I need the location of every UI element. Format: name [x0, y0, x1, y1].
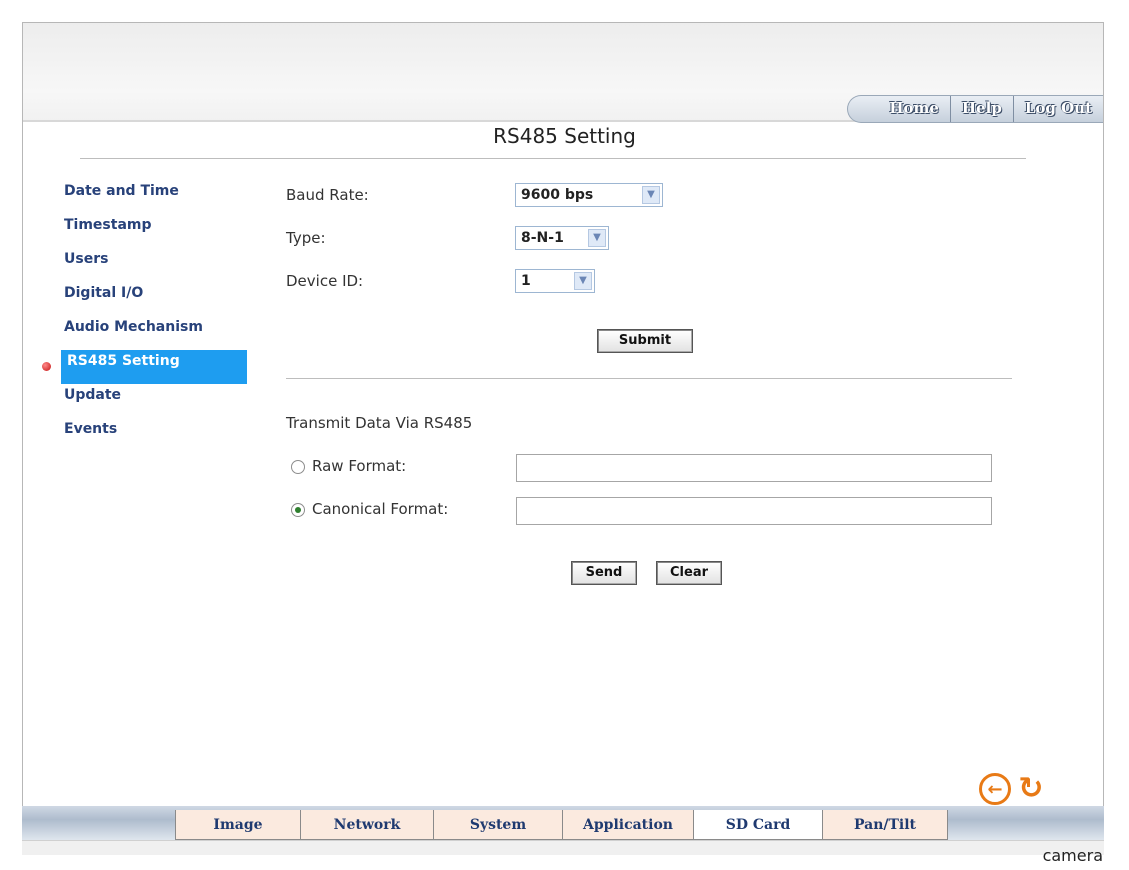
baud-rate-select[interactable]: 9600 bps ▼ — [515, 183, 663, 207]
clear-button[interactable]: Clear — [656, 561, 722, 585]
footer-bar — [22, 840, 1104, 855]
chevron-down-icon[interactable]: ▼ — [588, 229, 606, 247]
sidebar-item-audio-mechanism[interactable]: Audio Mechanism — [64, 316, 247, 350]
sidebar-item-timestamp[interactable]: Timestamp — [64, 214, 247, 248]
brand-label: camera — [1042, 846, 1103, 865]
type-label: Type: — [286, 229, 326, 247]
tab-system[interactable]: System — [433, 810, 563, 840]
sidebar-item-digital-io[interactable]: Digital I/O — [64, 282, 247, 316]
sidebar-item-users[interactable]: Users — [64, 248, 247, 282]
canonical-format-label: Canonical Format: — [312, 500, 449, 518]
sidebar-item-date-and-time[interactable]: Date and Time — [64, 180, 247, 214]
device-id-value: 1 — [521, 273, 531, 289]
navigation-icons: ← ↻ — [979, 773, 1047, 805]
home-link[interactable]: Home — [878, 96, 950, 122]
help-link[interactable]: Help — [949, 96, 1013, 122]
tab-image[interactable]: Image — [175, 810, 301, 840]
section-divider — [286, 378, 1012, 379]
device-id-label: Device ID: — [286, 272, 364, 290]
back-arrow-icon[interactable]: ← — [979, 773, 1011, 805]
tab-network[interactable]: Network — [300, 810, 434, 840]
title-divider — [80, 158, 1026, 159]
send-button[interactable]: Send — [571, 561, 637, 585]
top-nav: Home Help Log Out — [847, 95, 1103, 123]
refresh-icon[interactable]: ↻ — [1015, 773, 1047, 805]
sidebar-item-events[interactable]: Events — [64, 418, 247, 452]
raw-format-radio[interactable] — [291, 460, 305, 474]
raw-format-input[interactable] — [516, 454, 992, 482]
chevron-down-icon[interactable]: ▼ — [642, 186, 660, 204]
bottom-tabs: Image Network System Application SD Card… — [175, 810, 948, 840]
sidebar-item-rs485-setting[interactable]: RS485 Setting — [61, 350, 247, 384]
chevron-down-icon[interactable]: ▼ — [574, 272, 592, 290]
sidebar: Date and Time Timestamp Users Digital I/… — [61, 180, 247, 452]
page-title: RS485 Setting — [493, 124, 636, 148]
canonical-format-radio[interactable] — [291, 503, 305, 517]
canonical-format-input[interactable] — [516, 497, 992, 525]
tab-application[interactable]: Application — [562, 810, 694, 840]
baud-rate-label: Baud Rate: — [286, 186, 369, 204]
tab-pan-tilt[interactable]: Pan/Tilt — [822, 810, 948, 840]
type-value: 8-N-1 — [521, 230, 564, 246]
transmit-heading: Transmit Data Via RS485 — [286, 414, 473, 432]
baud-rate-value: 9600 bps — [521, 187, 594, 203]
tab-sd-card[interactable]: SD Card — [693, 810, 823, 840]
logout-link[interactable]: Log Out — [1012, 96, 1103, 122]
active-item-bullet-icon — [42, 362, 51, 371]
device-id-select[interactable]: 1 ▼ — [515, 269, 595, 293]
sidebar-item-update[interactable]: Update — [64, 384, 247, 418]
submit-button[interactable]: Submit — [597, 329, 693, 353]
raw-format-label: Raw Format: — [312, 457, 407, 475]
type-select[interactable]: 8-N-1 ▼ — [515, 226, 609, 250]
